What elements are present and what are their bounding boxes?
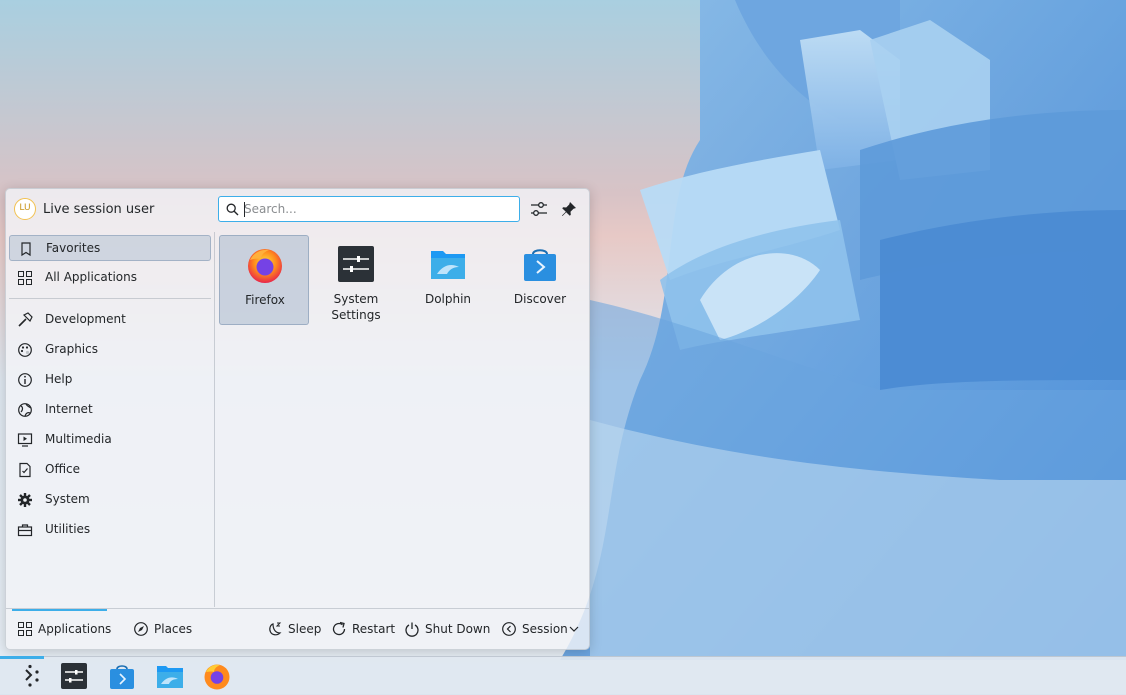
tab-places[interactable]: Places bbox=[133, 609, 195, 649]
category-label: Utilities bbox=[45, 522, 91, 536]
search-icon bbox=[226, 203, 239, 216]
app-label: Dolphin bbox=[424, 292, 472, 306]
category-help[interactable]: Help bbox=[9, 367, 211, 393]
launcher-header: LU Live session user bbox=[6, 189, 589, 231]
category-label: Internet bbox=[45, 402, 93, 416]
app-label: System Settings bbox=[331, 292, 381, 322]
avatar[interactable]: LU bbox=[14, 198, 36, 220]
user-name: Live session user bbox=[43, 202, 155, 217]
favorites-grid: Firefox System Settings Dolphin Discover bbox=[216, 232, 589, 607]
restart-button[interactable]: Restart bbox=[331, 609, 396, 649]
category-label: Multimedia bbox=[45, 432, 112, 446]
taskbar bbox=[0, 656, 1126, 695]
active-launcher-indicator bbox=[0, 656, 44, 659]
category-graphics[interactable]: Graphics bbox=[9, 337, 211, 363]
sleep-button[interactable]: Sleep bbox=[267, 609, 322, 649]
firefox-icon[interactable] bbox=[203, 662, 231, 690]
app-discover[interactable]: Discover bbox=[495, 235, 585, 325]
system-settings-icon bbox=[338, 246, 374, 282]
session-icon bbox=[502, 622, 516, 636]
app-firefox[interactable]: Firefox bbox=[219, 235, 309, 325]
search-input[interactable] bbox=[244, 200, 512, 218]
app-dolphin[interactable]: Dolphin bbox=[403, 235, 493, 325]
tab-applications[interactable]: Applications bbox=[17, 609, 111, 649]
grid-icon bbox=[18, 271, 32, 285]
sliders-icon[interactable] bbox=[529, 199, 549, 219]
pin-icon[interactable] bbox=[559, 199, 579, 219]
app-label: Firefox bbox=[245, 293, 285, 307]
gear-icon bbox=[18, 493, 32, 507]
button-label: Sleep bbox=[288, 622, 322, 636]
category-favorites[interactable]: Favorites bbox=[9, 235, 211, 261]
category-system[interactable]: System bbox=[9, 487, 211, 513]
button-label: Shut Down bbox=[425, 622, 491, 636]
hammer-icon bbox=[18, 312, 33, 327]
app-system-settings[interactable]: System Settings bbox=[311, 235, 401, 325]
category-label: System bbox=[45, 492, 90, 506]
category-multimedia[interactable]: Multimedia bbox=[9, 427, 211, 453]
launcher-icon[interactable] bbox=[16, 662, 44, 690]
info-icon bbox=[18, 373, 32, 387]
power-icon bbox=[405, 622, 419, 637]
globe-icon bbox=[18, 403, 32, 417]
firefox-icon bbox=[248, 249, 282, 283]
category-office[interactable]: Office bbox=[9, 457, 211, 483]
text-cursor bbox=[244, 202, 245, 217]
document-icon bbox=[19, 462, 31, 478]
compass-icon bbox=[134, 622, 148, 636]
folder-icon[interactable] bbox=[156, 662, 184, 690]
category-sidebar: Favorites All Applications Development G… bbox=[6, 232, 215, 607]
discover-bag-icon[interactable] bbox=[108, 662, 136, 690]
category-internet[interactable]: Internet bbox=[9, 397, 211, 423]
bookmark-icon bbox=[21, 242, 31, 257]
category-label: Development bbox=[45, 312, 126, 326]
category-label: Help bbox=[45, 372, 73, 386]
grid-icon bbox=[18, 622, 32, 636]
discover-bag-icon bbox=[524, 249, 556, 281]
category-all-applications[interactable]: All Applications bbox=[9, 265, 211, 291]
button-label: Restart bbox=[352, 622, 396, 636]
launcher-footer: Applications Places Sleep Restart Shut D… bbox=[6, 608, 589, 649]
search-box[interactable] bbox=[218, 196, 520, 222]
application-launcher: LU Live session user Favorites All Ap bbox=[5, 188, 590, 650]
app-label: Discover bbox=[513, 292, 567, 306]
button-label: Session bbox=[522, 622, 568, 636]
category-utilities[interactable]: Utilities bbox=[9, 517, 211, 543]
category-development[interactable]: Development bbox=[9, 307, 211, 333]
category-label: Office bbox=[45, 462, 81, 476]
sleep-icon bbox=[269, 622, 282, 636]
palette-icon bbox=[18, 343, 32, 357]
category-label: All Applications bbox=[45, 270, 137, 284]
category-label: Graphics bbox=[45, 342, 98, 356]
restart-icon bbox=[332, 621, 346, 636]
shut-down-button[interactable]: Shut Down bbox=[404, 609, 490, 649]
monitor-play-icon bbox=[17, 433, 33, 447]
system-settings-icon[interactable] bbox=[60, 662, 88, 690]
folder-icon bbox=[431, 251, 465, 279]
tab-label: Applications bbox=[38, 622, 112, 636]
toolbox-icon bbox=[17, 524, 33, 537]
tab-label: Places bbox=[154, 622, 193, 636]
session-button[interactable]: Session bbox=[501, 609, 581, 649]
category-label: Favorites bbox=[46, 241, 101, 255]
divider bbox=[9, 298, 211, 299]
chevron-down-icon bbox=[569, 626, 579, 632]
